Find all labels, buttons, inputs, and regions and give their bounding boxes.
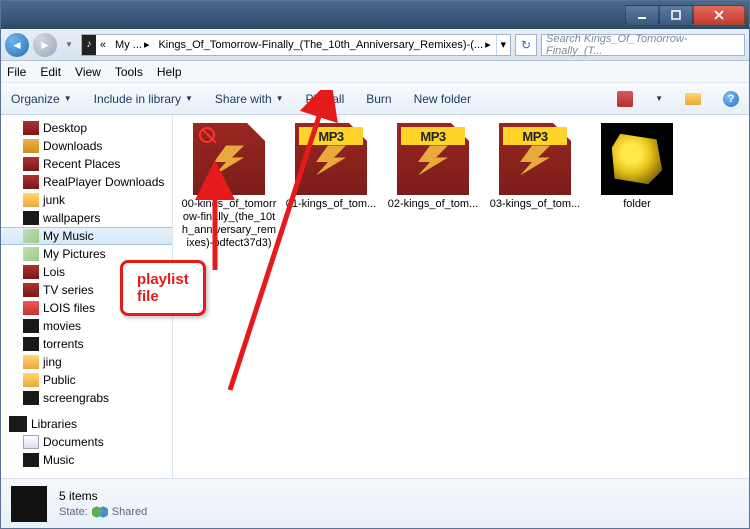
view-options-button[interactable] — [617, 91, 633, 107]
mp3-badge: MP3 — [299, 127, 363, 145]
address-bar: ◄ ► ▼ ♪ « My ... ▸ Kings_Of_Tomorrow-Fin… — [1, 29, 749, 61]
chevron-down-icon: ▼ — [276, 94, 284, 103]
forward-button[interactable]: ► — [33, 33, 57, 57]
folder-icon — [23, 391, 39, 405]
tree-item-torrents[interactable]: torrents — [1, 335, 172, 353]
file-label: 01-kings_of_tom... — [286, 198, 377, 211]
new-folder-button[interactable]: New folder — [414, 92, 471, 106]
breadcrumb-overflow[interactable]: « — [96, 35, 111, 55]
state-value: Shared — [112, 506, 147, 518]
tree-item-wallpapers[interactable]: wallpapers — [1, 209, 172, 227]
folder-icon — [23, 175, 39, 189]
burn-button[interactable]: Burn — [366, 92, 391, 106]
no-icon — [199, 127, 215, 143]
include-in-library-button[interactable]: Include in library ▼ — [94, 92, 193, 106]
folder-icon — [23, 373, 39, 387]
organize-button[interactable]: Organize ▼ — [11, 92, 72, 106]
folder-icon: ♪ — [82, 35, 96, 55]
folder-icon — [23, 211, 39, 225]
folder-icon — [23, 319, 39, 333]
tree-item-desktop[interactable]: Desktop — [1, 119, 172, 137]
mp3-badge: MP3 — [503, 127, 567, 145]
breadcrumb-folder[interactable]: Kings_Of_Tomorrow-Finally_(The_10th_Anni… — [154, 35, 495, 55]
documents-icon — [23, 435, 39, 449]
chevron-down-icon: ▼ — [64, 94, 72, 103]
tree-item-documents[interactable]: Documents — [1, 433, 172, 451]
preview-pane-button[interactable] — [685, 91, 701, 107]
tree-item-public[interactable]: Public — [1, 371, 172, 389]
tree-item-downloads[interactable]: Downloads — [1, 137, 172, 155]
state-label: State: — [59, 506, 88, 518]
tree-item-movies[interactable]: movies — [1, 317, 172, 335]
file-label: 00-kings_of_tomorrow-finally_(the_10th_a… — [181, 198, 277, 250]
file-item[interactable]: folder — [589, 123, 685, 250]
breadcrumb-root[interactable]: My ... ▸ — [111, 35, 154, 55]
breadcrumb-dropdown[interactable]: ▾ — [496, 35, 510, 55]
tree-item-realplayer[interactable]: RealPlayer Downloads — [1, 173, 172, 191]
desktop-icon — [23, 121, 39, 135]
folder-large-icon — [11, 486, 47, 522]
file-item[interactable]: MP3 02-kings_of_tom... — [385, 123, 481, 250]
album-art-icon — [601, 123, 673, 195]
maximize-button[interactable] — [659, 5, 693, 25]
refresh-button[interactable]: ↻ — [515, 34, 537, 56]
annotation-callout: playlistfile — [120, 260, 206, 316]
menubar: File Edit View Tools Help — [1, 61, 749, 83]
folder-icon — [23, 283, 39, 297]
menu-file[interactable]: File — [7, 65, 26, 79]
music-folder-icon — [23, 229, 39, 243]
file-item[interactable]: 00-kings_of_tomorrow-finally_(the_10th_a… — [181, 123, 277, 250]
file-label: folder — [623, 198, 651, 211]
minimize-button[interactable] — [625, 5, 659, 25]
music-icon — [23, 453, 39, 467]
titlebar — [1, 1, 749, 29]
folder-icon — [23, 265, 39, 279]
explorer-window: ◄ ► ▼ ♪ « My ... ▸ Kings_Of_Tomorrow-Fin… — [0, 0, 750, 529]
file-label: 02-kings_of_tom... — [388, 198, 479, 211]
menu-tools[interactable]: Tools — [115, 65, 143, 79]
menu-view[interactable]: View — [75, 65, 101, 79]
tree-item-music[interactable]: Music — [1, 451, 172, 469]
mp3-badge: MP3 — [401, 127, 465, 145]
chevron-down-icon[interactable]: ▼ — [655, 94, 663, 103]
share-with-button[interactable]: Share with ▼ — [215, 92, 284, 106]
menu-edit[interactable]: Edit — [40, 65, 61, 79]
tree-item-jing[interactable]: jing — [1, 353, 172, 371]
back-button[interactable]: ◄ — [5, 33, 29, 57]
close-button[interactable] — [693, 5, 745, 25]
breadcrumb[interactable]: ♪ « My ... ▸ Kings_Of_Tomorrow-Finally_(… — [81, 34, 511, 56]
play-all-button[interactable]: Play all — [306, 92, 345, 106]
folder-icon — [23, 193, 39, 207]
tree-item-screengrabs[interactable]: screengrabs — [1, 389, 172, 407]
recent-icon — [23, 157, 39, 171]
item-count: 5 items — [59, 489, 147, 503]
tree-item-junk[interactable]: junk — [1, 191, 172, 209]
folder-icon — [23, 337, 39, 351]
folder-icon — [23, 355, 39, 369]
history-dropdown[interactable]: ▼ — [61, 40, 77, 49]
menu-help[interactable]: Help — [157, 65, 182, 79]
libraries-icon — [9, 416, 27, 432]
tree-item-libraries[interactable]: Libraries — [1, 415, 172, 433]
chevron-down-icon: ▼ — [185, 94, 193, 103]
toolbar: Organize ▼ Include in library ▼ Share wi… — [1, 83, 749, 115]
help-button[interactable]: ? — [723, 91, 739, 107]
tree-item-mymusic[interactable]: My Music — [1, 227, 172, 245]
pictures-folder-icon — [23, 247, 39, 261]
file-item[interactable]: MP3 01-kings_of_tom... — [283, 123, 379, 250]
shared-icon — [92, 505, 108, 519]
tree-item-recent[interactable]: Recent Places — [1, 155, 172, 173]
folder-icon — [23, 139, 39, 153]
details-pane: 5 items State: Shared — [1, 478, 749, 528]
file-label: 03-kings_of_tom... — [490, 198, 581, 211]
search-input[interactable]: Search Kings_Of_Tomorrow-Finally_(T... — [541, 34, 745, 56]
folder-icon — [23, 301, 39, 315]
content-pane[interactable]: 00-kings_of_tomorrow-finally_(the_10th_a… — [173, 115, 749, 478]
file-item[interactable]: MP3 03-kings_of_tom... — [487, 123, 583, 250]
